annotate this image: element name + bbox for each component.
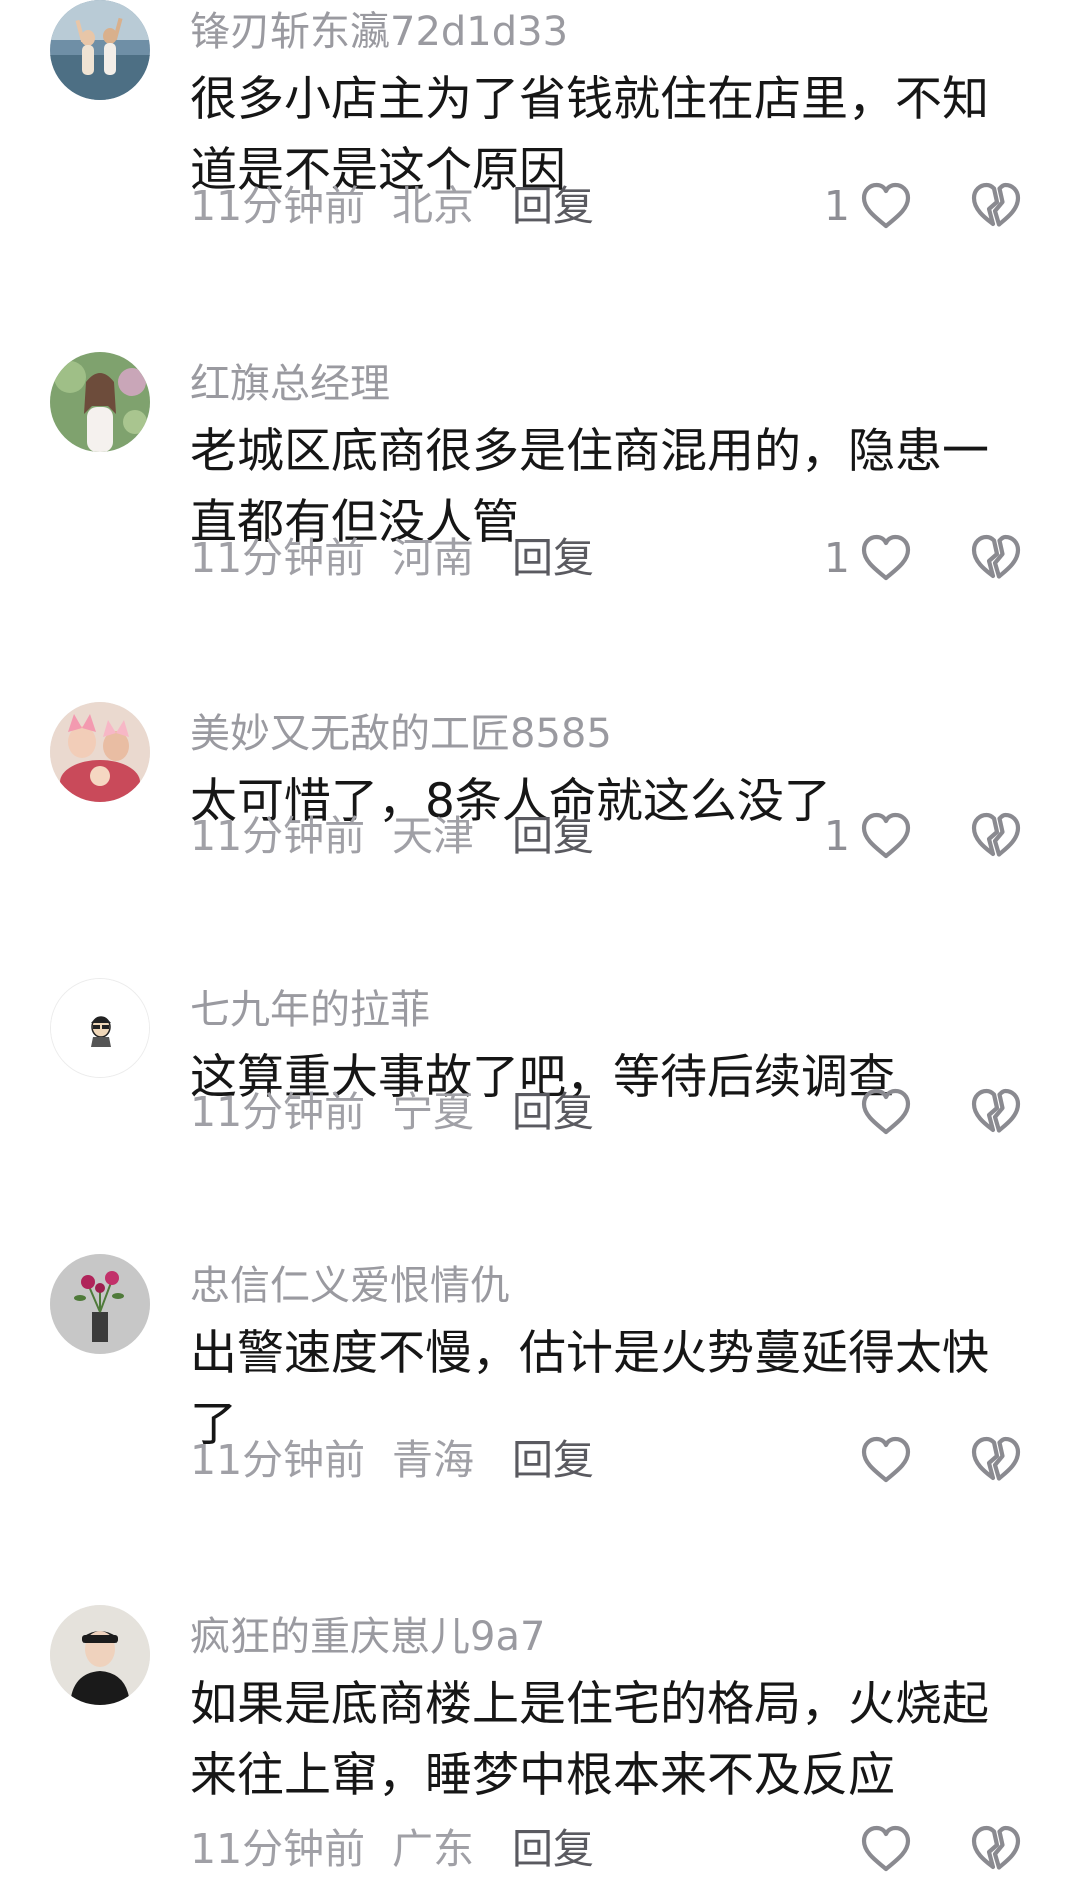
comment-meta: 11分钟前 天津 回复 1 <box>190 806 1030 866</box>
comment-location: 天津 <box>392 812 474 860</box>
broken-heart-icon[interactable] <box>968 1823 1024 1875</box>
comment-item: 疯狂的重庆崽儿9a7 如果是底商楼上是住宅的格局，火烧起来往上窜，睡梦中根本来不… <box>0 1605 1077 1892</box>
comment-time: 11分钟前 <box>190 1825 366 1873</box>
broken-heart-icon[interactable] <box>968 810 1024 862</box>
comment-time: 11分钟前 <box>190 182 366 230</box>
broken-heart-icon[interactable] <box>968 1434 1024 1486</box>
comment-location: 宁夏 <box>392 1088 474 1136</box>
comment-item: 忠信仁义爱恨情仇 出警速度不慢，估计是火势蔓延得太快了 11分钟前 青海 回复 <box>0 1254 1077 1534</box>
comment-location: 北京 <box>392 182 474 230</box>
broken-heart-icon[interactable] <box>968 532 1024 584</box>
comment-time: 11分钟前 <box>190 534 366 582</box>
comment-time: 11分钟前 <box>190 1088 366 1136</box>
username[interactable]: 忠信仁义爱恨情仇 <box>190 1262 510 1310</box>
like-count: 1 <box>823 534 850 582</box>
username[interactable]: 红旗总经理 <box>190 360 390 408</box>
user-avatar[interactable] <box>50 352 150 452</box>
comment-meta: 11分钟前 宁夏 回复 <box>190 1082 1030 1142</box>
comment-location: 河南 <box>392 534 474 582</box>
comment-location: 广东 <box>392 1825 474 1873</box>
reply-button[interactable]: 回复 <box>512 1088 594 1136</box>
comment-item: 锋刃斩东瀛72d1d33 很多小店主为了省钱就住在店里，不知道是不是这个原因 1… <box>0 0 1077 240</box>
comment-meta: 11分钟前 广东 回复 <box>190 1819 1030 1879</box>
comment-location: 青海 <box>392 1436 474 1484</box>
heart-icon[interactable] <box>858 180 914 232</box>
comment-item: 美妙又无敌的工匠8585 太可惜了，8条人命就这么没了 11分钟前 天津 回复 … <box>0 702 1077 902</box>
comment-meta: 11分钟前 北京 回复 1 <box>190 176 1030 236</box>
like-count: 1 <box>823 182 850 230</box>
reply-button[interactable]: 回复 <box>512 182 594 230</box>
heart-icon[interactable] <box>858 1086 914 1138</box>
username[interactable]: 美妙又无敌的工匠8585 <box>190 710 612 758</box>
user-avatar[interactable] <box>50 1605 150 1705</box>
comment-time: 11分钟前 <box>190 1436 366 1484</box>
broken-heart-icon[interactable] <box>968 180 1024 232</box>
comment-item: 七九年的拉菲 这算重大事故了吧，等待后续调查 11分钟前 宁夏 回复 <box>0 978 1077 1178</box>
comment-list: 锋刃斩东瀛72d1d33 很多小店主为了省钱就住在店里，不知道是不是这个原因 1… <box>0 0 1077 1892</box>
comment-time: 11分钟前 <box>190 812 366 860</box>
username[interactable]: 七九年的拉菲 <box>190 986 430 1034</box>
comment-text: 如果是底商楼上是住宅的格局，火烧起来往上窜，睡梦中根本来不及反应 <box>190 1677 989 1803</box>
reply-button[interactable]: 回复 <box>512 1825 594 1873</box>
comment-meta: 11分钟前 河南 回复 1 <box>190 528 1030 588</box>
heart-icon[interactable] <box>858 1434 914 1486</box>
reply-button[interactable]: 回复 <box>512 812 594 860</box>
heart-icon[interactable] <box>858 532 914 584</box>
user-avatar[interactable] <box>50 1254 150 1354</box>
heart-icon[interactable] <box>858 810 914 862</box>
heart-icon[interactable] <box>858 1823 914 1875</box>
reply-button[interactable]: 回复 <box>512 1436 594 1484</box>
user-avatar[interactable] <box>50 702 150 802</box>
reply-button[interactable]: 回复 <box>512 534 594 582</box>
comment-meta: 11分钟前 青海 回复 <box>190 1430 1030 1490</box>
user-avatar[interactable] <box>50 978 150 1078</box>
broken-heart-icon[interactable] <box>968 1086 1024 1138</box>
like-count: 1 <box>823 812 850 860</box>
user-avatar[interactable] <box>50 0 150 100</box>
username[interactable]: 锋刃斩东瀛72d1d33 <box>190 8 568 56</box>
username[interactable]: 疯狂的重庆崽儿9a7 <box>190 1613 545 1661</box>
comment-item: 红旗总经理 老城区底商很多是住商混用的，隐患一直都有但没人管 11分钟前 河南 … <box>0 352 1077 632</box>
